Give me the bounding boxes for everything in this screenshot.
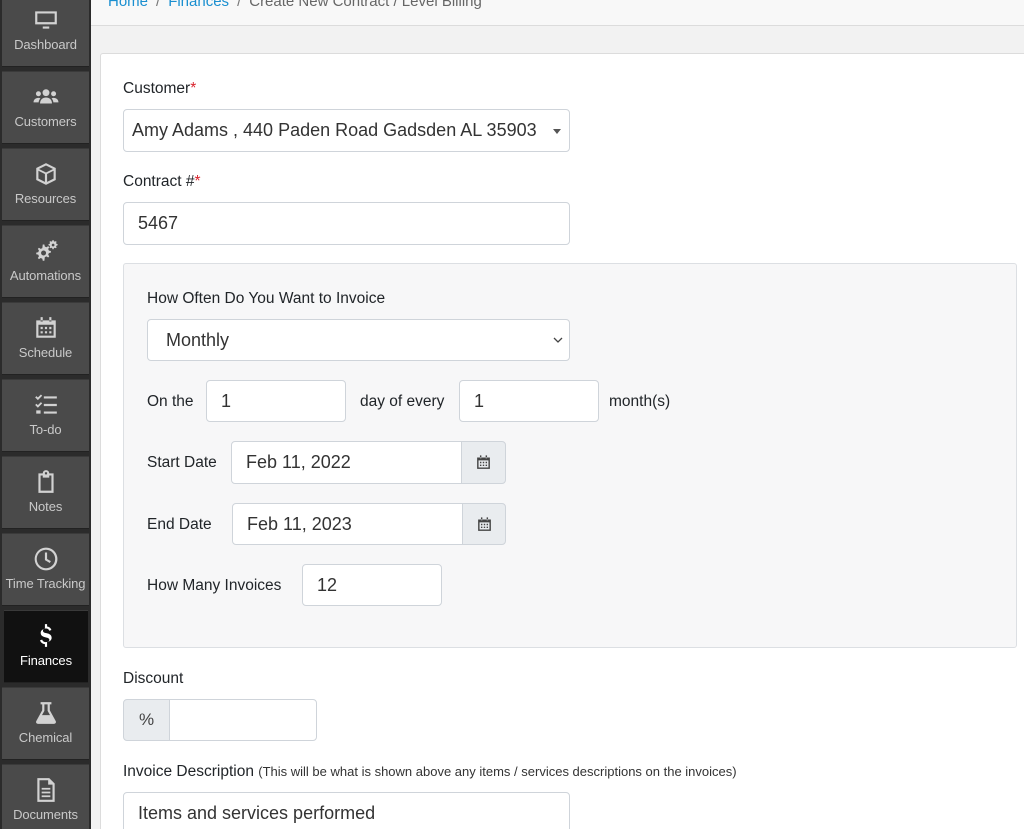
clipboard-icon <box>33 469 59 495</box>
breadcrumb: Home / Finances / Create New Contract / Leve… <box>108 0 482 10</box>
month-interval-input[interactable]: 1 <box>459 380 599 422</box>
checklist-icon <box>33 392 59 418</box>
breadcrumb-home-link[interactable]: Home <box>108 0 148 10</box>
dollar-icon <box>33 623 59 649</box>
sidebar-item-automations[interactable]: Automations <box>2 225 89 298</box>
clock-icon <box>33 546 59 572</box>
discount-label: Discount <box>123 670 184 687</box>
breadcrumb-current: Create New Contract / Level Billing <box>249 0 482 10</box>
chevron-down-icon <box>553 337 563 343</box>
sidebar-item-label: Schedule <box>18 345 73 360</box>
months-label: month(s) <box>609 393 671 410</box>
sidebar-item-label: Finances <box>20 653 72 668</box>
caret-down-icon <box>553 128 561 134</box>
box-icon <box>33 161 59 187</box>
gears-icon <box>33 238 59 264</box>
end-date-picker-button[interactable] <box>462 503 506 545</box>
sidebar-item-todo[interactable]: To-do <box>2 379 89 452</box>
required-mark: * <box>194 173 201 190</box>
contract-number-label: Contract #* <box>123 173 201 190</box>
invoice-count-input[interactable]: 12 <box>302 564 442 606</box>
frequency-select-value: Monthly <box>166 329 230 350</box>
sidebar-item-finances[interactable]: Finances <box>4 610 88 683</box>
invoice-count-label: How Many Invoices <box>147 577 282 594</box>
sidebar-item-notes[interactable]: Notes <box>2 456 89 529</box>
breadcrumb-separator: / <box>156 0 161 10</box>
sidebar-item-documents[interactable]: Documents <box>2 764 89 829</box>
on-the-label: On the <box>147 393 194 410</box>
invoice-description-hint: (This will be what is shown above any it… <box>258 764 737 779</box>
sidebar-item-label: Automations <box>9 268 82 283</box>
frequency-select[interactable]: Monthly <box>147 319 570 361</box>
invoice-description-input[interactable]: Items and services performed <box>123 792 570 829</box>
sidebar-item-label: Chemical <box>18 730 73 745</box>
end-date-label: End Date <box>147 516 212 533</box>
sidebar-item-label: Resources <box>14 191 77 206</box>
calendar-icon <box>33 315 59 341</box>
calendar-icon <box>477 455 490 469</box>
contract-number-input[interactable]: 5467 <box>123 202 570 245</box>
start-date-picker-button[interactable] <box>461 441 506 484</box>
customer-select[interactable]: Amy Adams , 440 Paden Road Gadsden AL 35… <box>123 109 570 152</box>
day-input[interactable]: 1 <box>206 380 346 422</box>
top-bar: Home / Finances / Create New Contract / Leve… <box>91 0 1024 26</box>
breadcrumb-separator: / <box>237 0 242 10</box>
document-icon <box>33 777 59 803</box>
frequency-label: How Often Do You Want to Invoice <box>147 290 386 307</box>
sidebar-item-time-tracking[interactable]: Time Tracking <box>2 533 89 606</box>
end-date-input[interactable]: Feb 11, 2023 <box>232 503 463 545</box>
sidebar-item-label: Documents <box>13 807 78 822</box>
discount-input[interactable] <box>169 699 317 741</box>
breadcrumb-finances-link[interactable]: Finances <box>168 0 229 10</box>
percent-addon: % <box>123 699 170 741</box>
sidebar-item-resources[interactable]: Resources <box>2 148 89 221</box>
invoice-description-label: Invoice Description (This will be what i… <box>123 763 737 780</box>
sidebar: Dashboard Customers Resources Automation… <box>0 0 91 829</box>
sidebar-item-label: Notes <box>28 499 63 514</box>
required-mark: * <box>190 80 197 97</box>
sidebar-item-label: Dashboard <box>14 37 77 52</box>
day-of-every-label: day of every <box>360 393 445 410</box>
sidebar-item-label: Customers <box>14 114 77 129</box>
sidebar-item-label: Time Tracking <box>5 576 86 591</box>
start-date-input[interactable]: Feb 11, 2022 <box>231 441 462 484</box>
sidebar-item-chemical[interactable]: Chemical <box>2 687 89 760</box>
monitor-icon <box>33 7 59 33</box>
customer-select-value: Amy Adams , 440 Paden Road Gadsden AL 35… <box>132 120 537 140</box>
sidebar-item-dashboard[interactable]: Dashboard <box>2 0 89 67</box>
customer-label: Customer* <box>123 80 197 97</box>
sidebar-item-schedule[interactable]: Schedule <box>2 302 89 375</box>
calendar-icon <box>477 516 491 531</box>
sidebar-item-customers[interactable]: Customers <box>2 71 89 144</box>
sidebar-item-label: To-do <box>29 422 62 437</box>
users-icon <box>33 84 59 110</box>
start-date-label: Start Date <box>147 454 217 471</box>
flask-icon <box>33 700 59 726</box>
